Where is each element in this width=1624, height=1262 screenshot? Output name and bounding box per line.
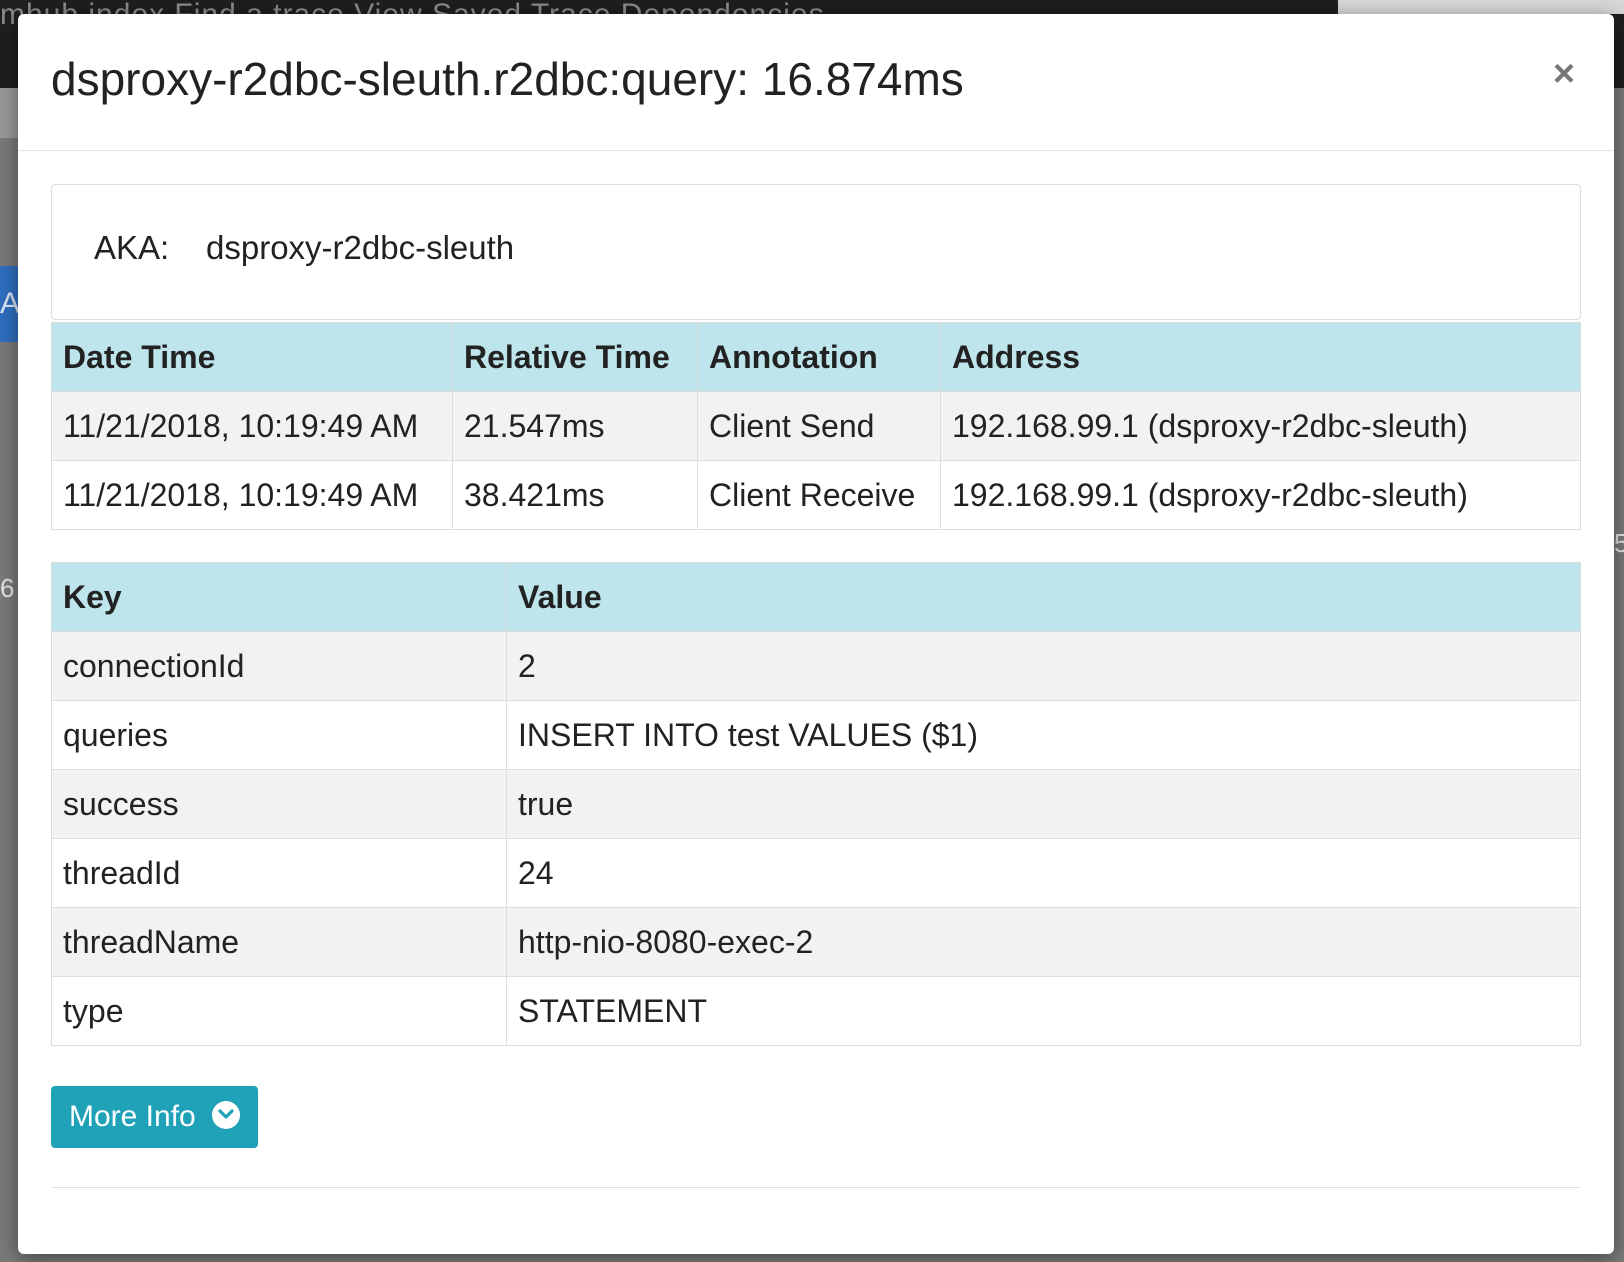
- column-header-date-time: Date Time: [51, 322, 453, 392]
- tag-value-cell: STATEMENT: [506, 976, 1581, 1046]
- background-left-digit: 6: [0, 573, 15, 603]
- more-info-button[interactable]: More Info: [51, 1086, 259, 1148]
- background-right-strip: [1614, 58, 1624, 88]
- tag-value-cell: INSERT INTO test VALUES ($1): [506, 700, 1581, 770]
- background-blue-tab: A: [0, 266, 18, 342]
- tag-key-cell: connectionId: [51, 631, 507, 701]
- table-row: 11/21/2018, 10:19:49 AM 38.421ms Client …: [51, 460, 1581, 530]
- column-header-address: Address: [940, 322, 1581, 392]
- aka-label: AKA:: [94, 229, 170, 266]
- tag-key-cell: threadId: [51, 838, 507, 908]
- table-row: threadName http-nio-8080-exec-2: [51, 907, 1581, 977]
- aka-panel: AKA: dsproxy-r2dbc-sleuth: [51, 184, 1581, 320]
- tag-key-cell: success: [51, 769, 507, 839]
- tag-key-cell: type: [51, 976, 507, 1046]
- column-header-key: Key: [51, 562, 507, 632]
- annotations-table: Date Time Relative Time Annotation Addre…: [51, 322, 1581, 530]
- modal-header: dsproxy-r2dbc-sleuth.r2dbc:query: 16.874…: [18, 14, 1614, 151]
- annotation-cell: Client Send: [697, 391, 941, 461]
- more-info-label: More Info: [69, 1100, 196, 1133]
- close-button[interactable]: ×: [1544, 54, 1584, 94]
- background-strip: [0, 88, 18, 138]
- modal-body: AKA: dsproxy-r2dbc-sleuth Date Time Rela…: [51, 184, 1581, 1148]
- chevron-down-circle-icon: [212, 1101, 241, 1130]
- tag-value-cell: http-nio-8080-exec-2: [506, 907, 1581, 977]
- tag-key-cell: queries: [51, 700, 507, 770]
- column-header-relative-time: Relative Time: [452, 322, 698, 392]
- annotation-cell: Client Receive: [697, 460, 941, 530]
- table-row: queries INSERT INTO test VALUES ($1): [51, 700, 1581, 770]
- span-detail-modal: dsproxy-r2dbc-sleuth.r2dbc:query: 16.874…: [18, 14, 1614, 1254]
- tag-value-cell: 24: [506, 838, 1581, 908]
- relative-time-cell: 21.547ms: [452, 391, 698, 461]
- table-row: threadId 24: [51, 838, 1581, 908]
- annotations-header-row: Date Time Relative Time Annotation Addre…: [51, 322, 1581, 392]
- modal-footer-divider: [51, 1187, 1581, 1188]
- address-cell: 192.168.99.1 (dsproxy-r2dbc-sleuth): [940, 460, 1581, 530]
- address-cell: 192.168.99.1 (dsproxy-r2dbc-sleuth): [940, 391, 1581, 461]
- background-search-box: [1338, 0, 1624, 14]
- table-row: connectionId 2: [51, 631, 1581, 701]
- relative-time-cell: 38.421ms: [452, 460, 698, 530]
- table-row: success true: [51, 769, 1581, 839]
- aka-value: dsproxy-r2dbc-sleuth: [206, 229, 515, 266]
- tags-table: Key Value connectionId 2 queries INSERT …: [51, 562, 1581, 1046]
- column-header-value: Value: [506, 562, 1581, 632]
- table-row: type STATEMENT: [51, 976, 1581, 1046]
- tag-key-cell: threadName: [51, 907, 507, 977]
- tag-value-cell: 2: [506, 631, 1581, 701]
- tag-value-cell: true: [506, 769, 1581, 839]
- table-row: 11/21/2018, 10:19:49 AM 21.547ms Client …: [51, 391, 1581, 461]
- background-right-digit: 5: [1614, 528, 1624, 558]
- date-time-cell: 11/21/2018, 10:19:49 AM: [51, 391, 453, 461]
- date-time-cell: 11/21/2018, 10:19:49 AM: [51, 460, 453, 530]
- background-blue-tab-text: A: [0, 287, 18, 320]
- tags-header-row: Key Value: [51, 562, 1581, 632]
- column-header-annotation: Annotation: [697, 322, 941, 392]
- modal-title: dsproxy-r2dbc-sleuth.r2dbc:query: 16.874…: [51, 53, 964, 105]
